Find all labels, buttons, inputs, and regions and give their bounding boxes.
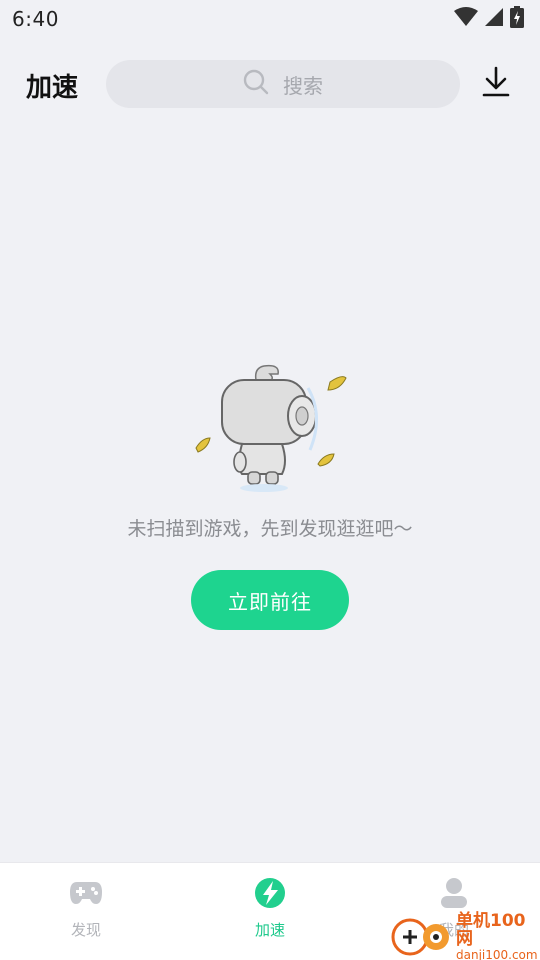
user-icon bbox=[436, 875, 472, 911]
status-bar: 6:40 bbox=[0, 0, 540, 38]
gamepad-icon bbox=[68, 875, 104, 911]
page-title: 加速 bbox=[26, 73, 79, 103]
nav-item-discover[interactable]: 发现 bbox=[26, 875, 146, 945]
watermark-logo-icon bbox=[390, 913, 452, 960]
watermark-url: danji100.com bbox=[456, 947, 538, 960]
header: 加速 搜索 bbox=[0, 58, 540, 110]
nav-item-speed[interactable]: 加速 bbox=[210, 875, 330, 945]
nav-label-speed: 加速 bbox=[254, 921, 285, 939]
search-icon bbox=[243, 69, 269, 99]
wifi-icon bbox=[454, 7, 478, 31]
empty-state-illustration bbox=[190, 358, 350, 498]
download-icon bbox=[481, 66, 511, 102]
search-placeholder: 搜索 bbox=[283, 73, 323, 98]
nav-label-discover: 发现 bbox=[70, 921, 101, 939]
status-icons bbox=[454, 6, 524, 32]
signal-icon bbox=[484, 7, 504, 31]
watermark-title: 单机100网 bbox=[456, 910, 526, 949]
status-time: 6:40 bbox=[12, 7, 59, 31]
watermark: 单机100网 danji100.com bbox=[390, 910, 540, 960]
search-input[interactable]: 搜索 bbox=[106, 60, 460, 108]
watermark-text: 单机100网 danji100.com bbox=[456, 910, 540, 960]
speed-bolt-icon bbox=[252, 875, 288, 911]
go-now-button[interactable]: 立即前往 bbox=[191, 570, 349, 630]
battery-charging-icon bbox=[510, 6, 524, 32]
empty-state-message: 未扫描到游戏，先到发现逛逛吧～ bbox=[127, 518, 413, 540]
download-button[interactable] bbox=[478, 66, 514, 102]
